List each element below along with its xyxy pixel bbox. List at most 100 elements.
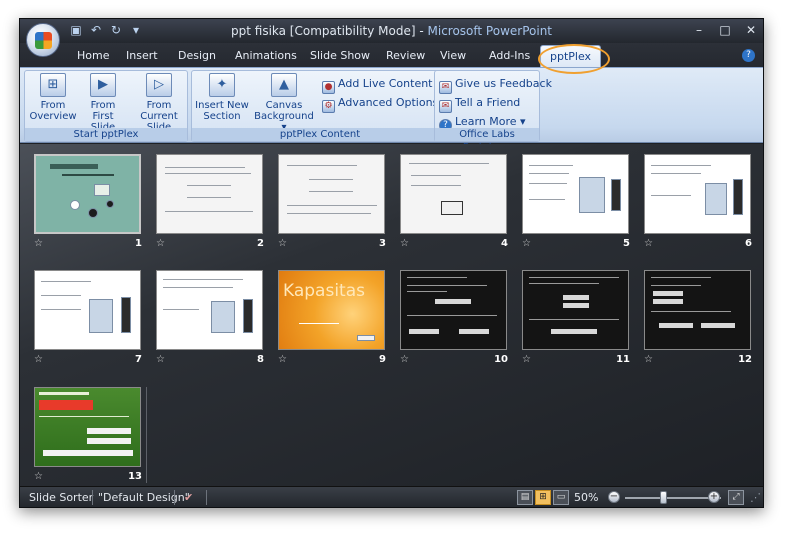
close-icon[interactable]: ✕ <box>743 23 759 37</box>
slide-transition-icon: ☆ <box>34 354 43 365</box>
group-start-pptplex: ⊞ From Overview ▶ From First Slide ▷ Fro… <box>24 70 188 142</box>
slide-thumbnail-5[interactable]: ☆ 5 <box>522 154 636 250</box>
slide-number: 8 <box>257 354 264 365</box>
live-content-icon: ● <box>322 81 335 94</box>
zoom-level[interactable]: 50% <box>574 491 598 504</box>
slide-image <box>156 154 263 234</box>
design-name[interactable]: "Default Design" <box>98 491 190 504</box>
insert-new-section-button[interactable]: ✦ Insert New Section <box>194 73 250 122</box>
slide-thumbnail-8[interactable]: ☆ 8 <box>156 270 270 366</box>
slide-transition-icon: ☆ <box>34 471 43 482</box>
button-label: Add Live Content <box>338 77 433 90</box>
button-label: From <box>146 100 172 111</box>
button-label: Give us Feedback <box>455 77 552 90</box>
resize-grip-icon[interactable]: ⋰ <box>750 491 761 504</box>
slide-number: 1 <box>135 238 142 249</box>
tab-home[interactable]: Home <box>77 49 109 62</box>
group-label: pptPlex Content <box>192 128 448 141</box>
from-overview-button[interactable]: ⊞ From Overview <box>29 73 77 122</box>
slide-number: 5 <box>623 238 630 249</box>
give-feedback-button[interactable]: ✉ Give us Feedback <box>439 77 552 94</box>
slide-thumbnail-10[interactable]: ☆ 10 <box>400 270 514 366</box>
slide-transition-icon: ☆ <box>156 354 165 365</box>
zoom-in-button[interactable]: + <box>708 491 720 503</box>
advanced-options-button[interactable]: ⚙ Advanced Options <box>322 96 438 113</box>
button-label: Insert New <box>195 100 249 111</box>
slide-sorter-area: ☆ 1 ☆ 2 ☆ 3 ☆ 4 ☆ 5 ☆ 6 ☆ 7 ☆ 8 Kapasita… <box>20 144 763 488</box>
view-name: Slide Sorter <box>29 491 94 504</box>
slide-thumbnail-12[interactable]: ☆ 12 <box>644 270 758 366</box>
slide-thumbnail-2[interactable]: ☆ 2 <box>156 154 270 250</box>
tab-design[interactable]: Design <box>178 49 216 62</box>
slide-show-view-button[interactable]: ▭ <box>553 490 569 505</box>
slide-number: 3 <box>379 238 386 249</box>
title-separator: - <box>415 24 428 38</box>
slide-number: 6 <box>745 238 752 249</box>
canvas-background-button[interactable]: ▲ Canvas Background ▾ <box>252 73 316 133</box>
office-button[interactable] <box>26 23 60 57</box>
slide-number: 13 <box>128 471 142 482</box>
normal-view-button[interactable]: ▤ <box>517 490 533 505</box>
slide-image <box>400 154 507 234</box>
play-first-slide-icon: ▶ <box>90 73 116 97</box>
from-current-slide-button[interactable]: ▷ From Current Slide <box>129 73 189 133</box>
zoom-out-button[interactable]: − <box>608 491 620 503</box>
slide-image <box>278 154 385 234</box>
slide-image <box>644 154 751 234</box>
slide-transition-icon: ☆ <box>278 354 287 365</box>
spell-check-icon[interactable]: ✔ <box>184 491 193 504</box>
slide-thumbnail-7[interactable]: ☆ 7 <box>34 270 148 366</box>
ribbon: ⊞ From Overview ▶ From First Slide ▷ Fro… <box>20 67 763 153</box>
slide-image: Kapasitas <box>278 270 385 350</box>
add-live-content-button[interactable]: ● Add Live Content <box>322 77 433 94</box>
slide-thumbnail-9[interactable]: Kapasitas ☆ 9 <box>278 270 392 366</box>
slide-number: 7 <box>135 354 142 365</box>
slide-image <box>34 154 141 234</box>
tab-slide-show[interactable]: Slide Show <box>310 49 370 62</box>
slide-thumbnail-11[interactable]: ☆ 11 <box>522 270 636 366</box>
dropdown-arrow-icon: ▾ <box>516 115 526 128</box>
tab-view[interactable]: View <box>440 49 466 62</box>
slide-thumbnail-6[interactable]: ☆ 6 <box>644 154 758 250</box>
slide-sorter-view-button[interactable]: ⊞ <box>535 490 551 505</box>
maximize-icon[interactable]: □ <box>717 23 733 37</box>
minimize-icon[interactable]: – <box>691 23 707 37</box>
slide-image <box>400 270 507 350</box>
tab-animations[interactable]: Animations <box>235 49 297 62</box>
slide-number: 10 <box>494 354 508 365</box>
canvas-background-icon: ▲ <box>271 73 297 97</box>
slide-title-text: Kapasitas <box>283 281 365 301</box>
tab-review[interactable]: Review <box>386 49 425 62</box>
insert-section-icon: ✦ <box>209 73 235 97</box>
tab-insert[interactable]: Insert <box>126 49 158 62</box>
slide-image <box>522 154 629 234</box>
button-label: Tell a Friend <box>455 96 521 109</box>
group-office-labs: ✉ Give us Feedback ✉ Tell a Friend ? Learn … <box>434 70 552 153</box>
group-label: Start pptPlex <box>25 128 187 141</box>
office-logo-icon <box>35 32 52 49</box>
title-bar: ▣ ↶ ↻ ▾ ppt fisika [Compatibility Mode] … <box>20 19 763 43</box>
slide-thumbnail-13[interactable]: ☆ 13 <box>34 387 148 483</box>
fit-to-window-button[interactable]: ⤢ <box>728 490 744 505</box>
slide-thumbnail-1[interactable]: ☆ 1 <box>34 154 148 250</box>
tell-friend-button[interactable]: ✉ Tell a Friend <box>439 96 520 113</box>
tab-add-ins[interactable]: Add-Ins <box>489 49 530 62</box>
slide-thumbnail-3[interactable]: ☆ 3 <box>278 154 392 250</box>
play-current-slide-icon: ▷ <box>146 73 172 97</box>
ribbon-tabs: Home Insert Design Animations Slide Show… <box>20 43 763 67</box>
slide-transition-icon: ☆ <box>278 238 287 249</box>
slide-transition-icon: ☆ <box>522 354 531 365</box>
slide-thumbnail-4[interactable]: ☆ 4 <box>400 154 514 250</box>
button-label: From <box>40 100 66 111</box>
button-label: From <box>90 100 116 111</box>
help-icon[interactable]: ? <box>742 49 755 62</box>
from-first-slide-button[interactable]: ▶ From First Slide <box>79 73 127 133</box>
zoom-slider-track[interactable] <box>625 497 721 499</box>
slide-number: 2 <box>257 238 264 249</box>
slide-transition-icon: ☆ <box>522 238 531 249</box>
slide-number: 9 <box>379 354 386 365</box>
slide-image <box>522 270 629 350</box>
zoom-slider-handle[interactable] <box>660 491 667 504</box>
feedback-icon: ✉ <box>439 81 452 94</box>
slide-image <box>34 387 141 467</box>
